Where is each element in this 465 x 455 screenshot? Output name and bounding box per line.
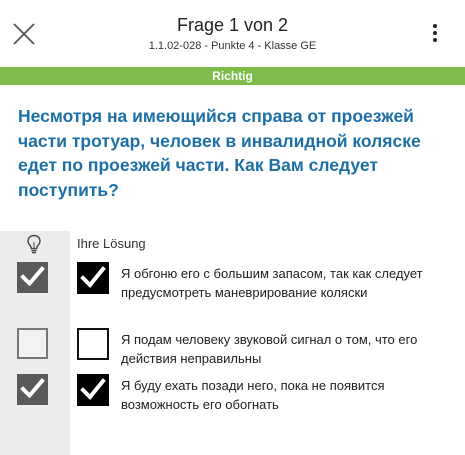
answer-checkbox-3[interactable] (77, 374, 109, 406)
answer-checkbox-2[interactable] (77, 328, 109, 360)
solution-checkbox-3 (17, 374, 48, 405)
question-meta-subtitle: 1.1.02-028 - Punkte 4 - Klasse GE (148, 40, 317, 52)
answer-checkbox-1[interactable] (77, 262, 109, 294)
checkmark-icon (80, 378, 106, 400)
question-counter-title: Frage 1 von 2 (176, 15, 289, 35)
question-text: Несмотря на имеющийся справа от проезжей… (18, 106, 421, 200)
your-solution-label: Ihre Lösung (77, 236, 146, 251)
checkmark-icon (20, 378, 45, 399)
lightbulb-icon[interactable] (26, 234, 42, 256)
checkmark-icon (80, 266, 106, 288)
solution-checkbox-1 (17, 262, 48, 293)
answer-text-3[interactable]: Я буду ехать позади него, пока не появит… (121, 376, 451, 414)
more-vertical-icon (425, 24, 445, 42)
header-bar: Frage 1 von 2 1.1.02-028 - Punkte 4 - Kl… (0, 0, 465, 66)
more-menu-button[interactable] (425, 24, 445, 48)
checkmark-icon (20, 266, 45, 287)
answer-text-2[interactable]: Я подам человеку звуковой сигнал о том, … (121, 330, 451, 368)
solution-checkbox-2 (17, 328, 48, 359)
result-status-bar: Richtig (0, 67, 465, 85)
answer-text-1[interactable]: Я обгоню его с большим запасом, так как … (121, 264, 451, 302)
